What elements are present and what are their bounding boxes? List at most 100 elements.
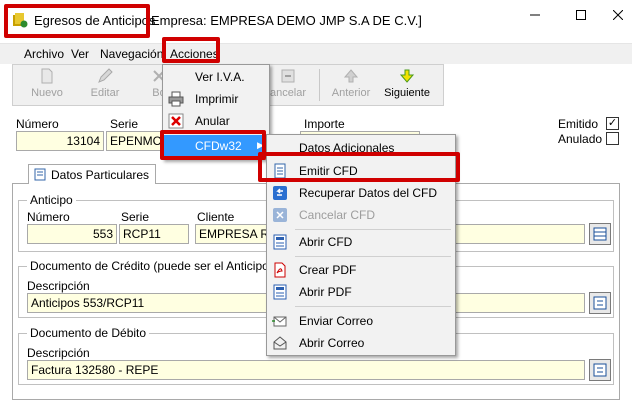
anulado-checkbox[interactable] [606, 132, 619, 145]
menu-item-label: Emitir CFD [299, 164, 358, 178]
menu-acciones[interactable]: Acciones [170, 47, 219, 61]
menu-item-label: Datos Adicionales [299, 141, 395, 155]
previous-button[interactable]: Anterior [327, 67, 375, 103]
anticipo-serie-field[interactable]: RCP11 [119, 224, 189, 244]
acciones-menu: Ver I.V.A. Imprimir Anular CFDw32 ▶ [162, 64, 270, 160]
numero-field[interactable]: 13104 [16, 131, 104, 151]
cancel-x-icon [168, 113, 184, 129]
close-icon [613, 10, 623, 20]
new-document-icon [41, 68, 53, 84]
document-icon [274, 163, 286, 179]
menu-archivo[interactable]: Archivo [24, 47, 64, 61]
anticipo-numero-field[interactable]: 553 [27, 224, 117, 244]
title-bar: Egresos de Anticipos Empresa: EMPRESA DE… [0, 0, 632, 44]
send-mail-icon [272, 316, 287, 327]
next-button-label: Siguiente [384, 87, 430, 99]
previous-button-label: Anterior [331, 87, 371, 99]
pdf-icon [274, 262, 286, 278]
menu-item-abrir-pdf[interactable]: Abrir PDF [267, 281, 455, 303]
tab-label: Datos Particulares [51, 168, 150, 182]
anticipo-cliente-label: Cliente [197, 210, 235, 224]
emitido-checkbox[interactable]: ✓ [606, 117, 619, 130]
minimize-button[interactable] [512, 0, 558, 30]
anticipo-browse-button[interactable] [589, 223, 611, 245]
menu-bar: Archivo Ver Navegación Acciones [0, 44, 632, 64]
cancel-button-label: ancelar [269, 87, 307, 99]
anticipo-title: Anticipo [27, 193, 76, 207]
menu-item-label: Abrir Correo [299, 336, 365, 350]
serie-label: Serie [110, 117, 139, 131]
edit-pencil-icon [98, 68, 113, 83]
menu-item-cancelar-cfd[interactable]: Cancelar CFD [267, 204, 455, 226]
cancel-doc-icon [273, 208, 287, 222]
menu-item-recuperar-datos[interactable]: Recuperar Datos del CFD [267, 182, 455, 204]
anticipo-numero-label: Número [27, 210, 70, 224]
tab-document-icon [34, 168, 46, 181]
menu-item-enviar-correo[interactable]: Enviar Correo [267, 310, 455, 332]
emitido-label: Emitido [558, 117, 599, 131]
app-icon [13, 13, 28, 28]
credito-descripcion-label: Descripción [27, 279, 90, 293]
menu-item-label: Ver I.V.A. [195, 70, 245, 84]
cfdw32-submenu: Datos Adicionales Emitir CFD Recuperar D… [266, 134, 456, 356]
grid-list-icon [593, 227, 607, 241]
submenu-arrow-icon: ▶ [257, 140, 264, 150]
browse-icon [593, 363, 607, 377]
undo-icon [281, 69, 295, 83]
menu-ver[interactable]: Ver [71, 47, 89, 61]
menu-item-label: Recuperar Datos del CFD [299, 186, 438, 200]
menu-item-crear-pdf[interactable]: Crear PDF [267, 259, 455, 281]
new-button-label: Nuevo [31, 87, 63, 99]
menu-item-label: Enviar Correo [299, 314, 374, 328]
credito-browse-button[interactable] [589, 292, 611, 314]
edit-button-label: Editar [90, 87, 120, 99]
numero-label: Número [16, 117, 59, 131]
menu-item-datos-adicionales[interactable]: Datos Adicionales [267, 137, 455, 159]
minimize-icon [530, 14, 540, 16]
window-company: Empresa: EMPRESA DEMO JMP S.A DE C.V.] [151, 13, 422, 28]
menu-item-label: Cancelar CFD [299, 208, 376, 222]
debito-browse-button[interactable] [589, 359, 611, 381]
maximize-button[interactable] [558, 0, 604, 30]
debito-descripcion-field[interactable]: Factura 132580 - REPE [27, 360, 585, 380]
up-arrow-icon [343, 69, 359, 83]
menu-item-cfdw32[interactable]: CFDw32 ▶ [163, 135, 269, 157]
maximize-icon [576, 10, 586, 20]
menu-item-label: CFDw32 [195, 139, 242, 153]
open-mail-icon [273, 336, 287, 350]
menu-item-imprimir[interactable]: Imprimir [163, 88, 269, 110]
serie-field[interactable]: EPENMC [106, 131, 166, 151]
window-title: Egresos de Anticipos [34, 13, 156, 28]
credito-title: Documento de Crédito (puede ser el Antic… [27, 259, 299, 273]
menu-item-ver-iva[interactable]: Ver I.V.A. [163, 66, 269, 88]
menu-item-abrir-correo[interactable]: Abrir Correo [267, 332, 455, 354]
menu-item-label: Imprimir [195, 92, 239, 106]
anulado-label: Anulado [558, 132, 603, 146]
menu-item-emitir-cfd[interactable]: Emitir CFD [267, 160, 455, 182]
edit-button[interactable]: Editar [85, 67, 125, 103]
tab-datos-particulares[interactable]: Datos Particulares [28, 164, 157, 184]
open-doc-icon [273, 234, 287, 250]
debito-title: Documento de Débito [27, 326, 150, 340]
menu-navegacion[interactable]: Navegación [100, 47, 163, 61]
recover-icon [273, 186, 287, 200]
menu-item-label: Anular [195, 114, 230, 128]
new-button[interactable]: Nuevo [27, 67, 67, 103]
menu-item-abrir-cfd[interactable]: Abrir CFD [267, 231, 455, 253]
down-arrow-icon [399, 69, 415, 83]
menu-item-label: Crear PDF [299, 263, 357, 277]
debito-descripcion-label: Descripción [27, 346, 90, 360]
menu-separator [295, 229, 451, 230]
menu-separator [295, 306, 451, 307]
cancel-button[interactable]: ancelar [267, 67, 309, 103]
close-button[interactable] [604, 0, 632, 30]
menu-item-label: Abrir PDF [299, 285, 352, 299]
next-button[interactable]: Siguiente [381, 67, 433, 103]
open-pdf-icon [273, 284, 287, 300]
anticipo-serie-label: Serie [121, 210, 150, 224]
printer-icon [168, 91, 184, 107]
menu-item-label: Abrir CFD [299, 235, 353, 249]
browse-icon [593, 296, 607, 310]
importe-label: Importe [304, 117, 345, 131]
menu-item-anular[interactable]: Anular [163, 110, 269, 132]
